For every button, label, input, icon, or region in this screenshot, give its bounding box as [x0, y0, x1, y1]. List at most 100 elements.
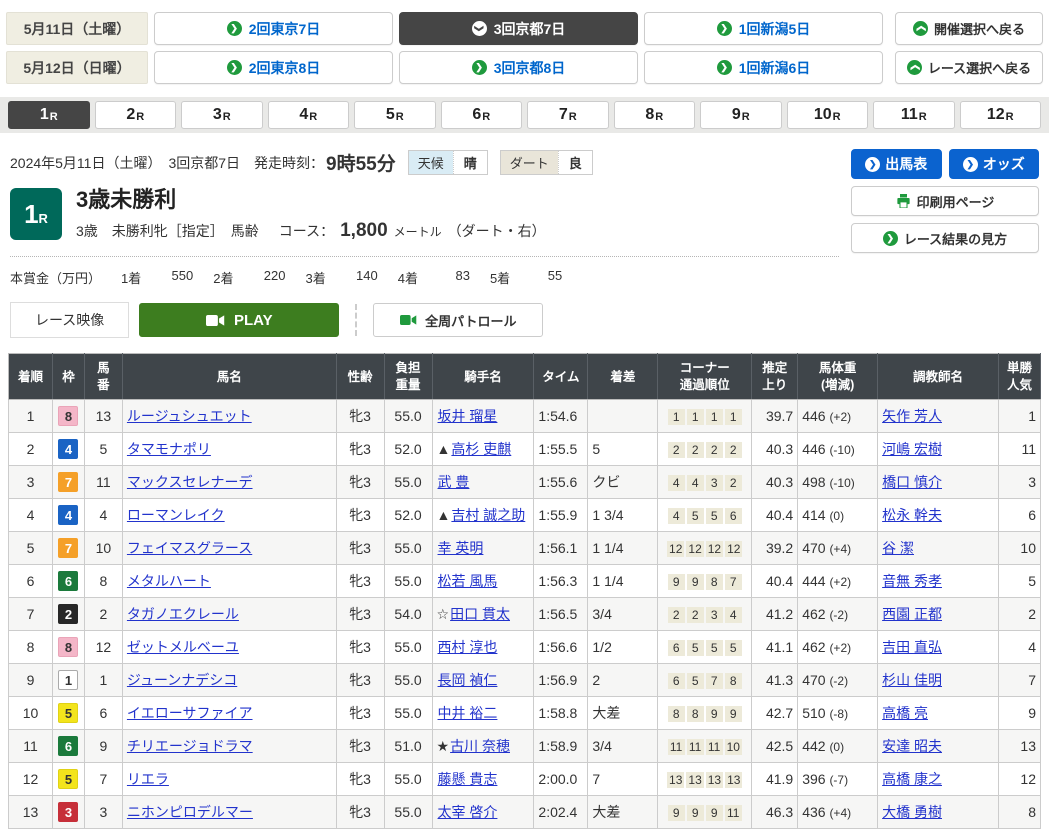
back-to-meeting-select-button[interactable]: 開催選択へ戻る — [895, 12, 1043, 45]
meeting-link[interactable]: 2回東京8日 — [154, 51, 393, 84]
horse-body-weight: 436 (+4) — [798, 796, 878, 829]
race-tab[interactable]: 1 R — [8, 101, 90, 129]
carried-weight: 52.0 — [384, 433, 432, 466]
patrol-video-button[interactable]: 全周パトロール — [373, 303, 543, 337]
trainer-name-link[interactable]: 高橋 康之 — [882, 771, 942, 787]
finish-position: 1 — [9, 400, 53, 433]
bracket-cell: 7 — [52, 466, 84, 499]
trainer-name-link[interactable]: 杉山 佳明 — [882, 672, 942, 688]
finish-position: 2 — [9, 433, 53, 466]
corner-position-box: 4 — [668, 508, 685, 524]
jockey-name-link[interactable]: 藤懸 貴志 — [438, 771, 498, 787]
race-title-row: 1 R 3歳未勝利 3歳 未勝利牝［指定］ 馬齢 コース： 1,800 メートル… — [10, 188, 839, 242]
horse-number: 8 — [84, 565, 122, 598]
trainer-name-link[interactable]: 矢作 芳人 — [882, 408, 942, 424]
trainer-name-link[interactable]: 吉田 直弘 — [882, 639, 942, 655]
trainer-name-link[interactable]: 安達 昭夫 — [882, 738, 942, 754]
corner-position-box: 9 — [706, 805, 723, 821]
carried-weight: 55.0 — [384, 697, 432, 730]
jockey-name-link[interactable]: 高杉 吏麒 — [451, 441, 511, 457]
race-tab[interactable]: 9 R — [700, 101, 782, 129]
horse-name-cell: タガノエクレール — [122, 598, 336, 631]
trainer-name-link[interactable]: 高橋 亮 — [882, 705, 928, 721]
meeting-link[interactable]: 3回京都7日 — [399, 12, 638, 45]
chevron-circle-icon — [883, 231, 898, 246]
entries-button[interactable]: 出馬表 — [851, 149, 942, 179]
finish-time: 1:56.9 — [534, 664, 588, 697]
meeting-link[interactable]: 1回新潟5日 — [644, 12, 883, 45]
horse-name-link[interactable]: タマモナポリ — [127, 441, 211, 457]
corner-position-box: 9 — [668, 805, 685, 821]
race-tab[interactable]: 8 R — [614, 101, 696, 129]
horse-name-link[interactable]: ローマンレイク — [127, 507, 225, 523]
prize-place: 4着 — [398, 268, 418, 287]
horse-name-link[interactable]: メタルハート — [127, 573, 211, 589]
jockey-name-link[interactable]: 田口 貫太 — [450, 606, 510, 622]
horse-name-cell: チリエージョドラマ — [122, 730, 336, 763]
horse-name-link[interactable]: ニホンピロデルマー — [127, 804, 253, 820]
jockey-name-link[interactable]: 幸 英明 — [438, 540, 484, 556]
horse-name-link[interactable]: チリエージョドラマ — [127, 738, 253, 754]
race-tab[interactable]: 11 R — [873, 101, 955, 129]
race-tab[interactable]: 5 R — [354, 101, 436, 129]
track-value: 良 — [558, 151, 592, 174]
trainer-name-link[interactable]: 松永 幹夫 — [882, 507, 942, 523]
race-tab[interactable]: 10 R — [787, 101, 869, 129]
horse-name-link[interactable]: ジューンナデシコ — [127, 672, 237, 688]
corner-position-box: 5 — [687, 508, 704, 524]
trainer-name-link[interactable]: 橋口 慎介 — [882, 474, 942, 490]
race-info-section: 2024年5月11日（土曜） 3回京都7日 発走時刻： 9時55分 天候 晴 ダ… — [0, 133, 1049, 287]
prize-amount: 220 — [233, 268, 285, 287]
course-label: コース： — [279, 221, 334, 241]
prize-amount: 550 — [141, 268, 193, 287]
start-time-value: 9時55分 — [326, 149, 396, 176]
race-tab-number: 4 — [299, 106, 308, 124]
jockey-name-link[interactable]: 坂井 瑠星 — [438, 408, 498, 424]
meeting-link[interactable]: 2回東京7日 — [154, 12, 393, 45]
column-header: 推定 上り — [752, 354, 798, 400]
trainer-name-link[interactable]: 西園 正都 — [882, 606, 942, 622]
horse-name-link[interactable]: リエラ — [127, 771, 169, 787]
chevron-circle-icon — [717, 21, 732, 36]
corner-position-box: 11 — [725, 805, 742, 821]
horse-name-link[interactable]: タガノエクレール — [127, 606, 239, 622]
bracket-cell: 3 — [52, 796, 84, 829]
win-favorite-rank: 11 — [998, 433, 1040, 466]
jockey-name-link[interactable]: 長岡 禎仁 — [438, 672, 498, 688]
jockey-name-link[interactable]: 中井 裕二 — [438, 705, 498, 721]
trainer-name-link[interactable]: 音無 秀孝 — [882, 573, 942, 589]
jockey-name-link[interactable]: 武 豊 — [438, 474, 470, 490]
trainer-name-link[interactable]: 大橋 勇樹 — [882, 804, 942, 820]
trainer-name-link[interactable]: 谷 潔 — [882, 540, 914, 556]
meeting-link[interactable]: 1回新潟6日 — [644, 51, 883, 84]
play-video-button[interactable]: PLAY — [139, 303, 339, 337]
chevron-up-circle-icon — [913, 21, 928, 36]
sex-age: 牝3 — [336, 697, 384, 730]
race-tab[interactable]: 3 R — [181, 101, 263, 129]
jockey-name-link[interactable]: 太宰 啓介 — [438, 804, 498, 820]
horse-name-link[interactable]: ルージュシュエット — [127, 408, 252, 424]
race-tab[interactable]: 4 R — [268, 101, 350, 129]
odds-button[interactable]: オッズ — [949, 149, 1040, 179]
horse-name-link[interactable]: マックスセレナーデ — [127, 474, 253, 490]
race-tab[interactable]: 6 R — [441, 101, 523, 129]
print-page-button[interactable]: 印刷用ページ — [851, 186, 1039, 216]
body-weight-diff: (-2) — [829, 608, 848, 622]
horse-name-link[interactable]: イエローサファイア — [127, 705, 253, 721]
horse-name-link[interactable]: フェイマスグラース — [127, 540, 252, 556]
trainer-name-link[interactable]: 河嶋 宏樹 — [882, 441, 942, 457]
finish-time: 1:58.8 — [534, 697, 588, 730]
jockey-name-link[interactable]: 吉村 誠之助 — [451, 507, 525, 523]
meeting-link[interactable]: 3回京都8日 — [399, 51, 638, 84]
horse-name-link[interactable]: ゼットメルベーユ — [127, 639, 239, 655]
jockey-name-link[interactable]: 西村 淳也 — [438, 639, 498, 655]
back-to-race-select-button[interactable]: レース選択へ戻る — [895, 51, 1043, 84]
race-tab[interactable]: 2 R — [95, 101, 177, 129]
race-tab[interactable]: 7 R — [527, 101, 609, 129]
results-guide-button[interactable]: レース結果の見方 — [851, 223, 1039, 253]
horse-body-weight: 444 (+2) — [798, 565, 878, 598]
jockey-name-link[interactable]: 古川 奈穂 — [450, 738, 510, 754]
race-tab[interactable]: 12 R — [960, 101, 1042, 129]
jockey-name-link[interactable]: 松若 風馬 — [438, 573, 498, 589]
meeting-row-saturday: 5月11日（土曜） 2回東京7日 3回京都7日 — [6, 12, 883, 45]
